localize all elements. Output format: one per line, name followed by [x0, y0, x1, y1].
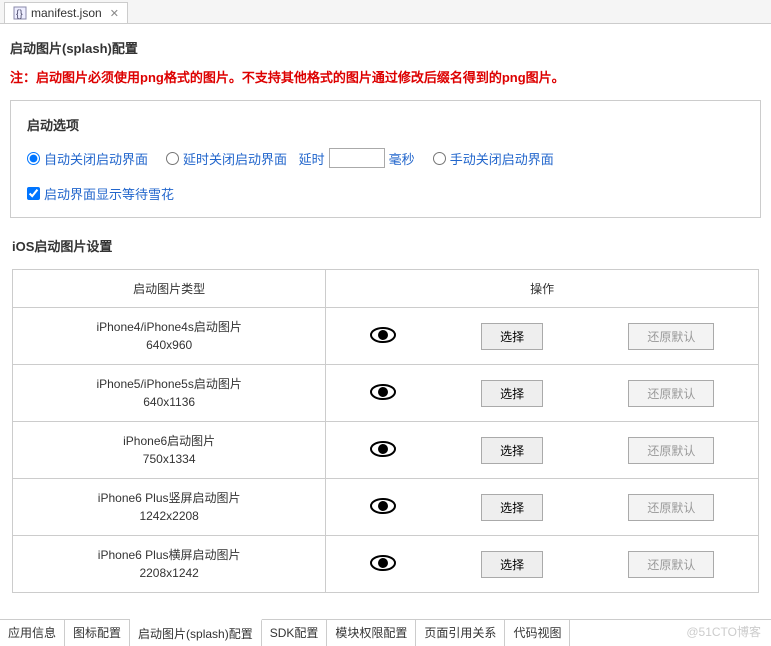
select-button[interactable]: 选择 [481, 551, 543, 578]
select-button[interactable]: 选择 [481, 380, 543, 407]
type-cell: iPhone5/iPhone5s启动图片640x1136 [13, 365, 326, 422]
op-cell-td: 选择 还原默认 [326, 536, 759, 593]
reset-button[interactable]: 还原默认 [628, 323, 714, 350]
checkbox-show-snow[interactable]: 启动界面显示等待雪花 [27, 184, 744, 203]
row-name: iPhone6 Plus横屏启动图片 [21, 546, 317, 564]
close-icon[interactable]: ✕ [110, 7, 119, 20]
table-row: iPhone6 Plus竖屏启动图片1242x2208 选择 还原默认 [13, 479, 759, 536]
preview-eye-icon[interactable] [370, 326, 396, 347]
ios-panel: iOS启动图片设置 启动图片类型 操作 iPhone4/iPhone4s启动图片… [10, 236, 761, 593]
reset-button[interactable]: 还原默认 [628, 437, 714, 464]
radio-delay-close[interactable]: 延时关闭启动界面 延时 毫秒 [166, 148, 415, 168]
row-size: 2208x1242 [21, 564, 317, 582]
svg-text:{}: {} [16, 9, 23, 20]
watermark: @51CTO博客 [686, 623, 761, 640]
bottom-tab[interactable]: 代码视图 [505, 620, 570, 646]
file-tab-label: manifest.json [31, 6, 102, 20]
delay-unit: 毫秒 [389, 149, 415, 168]
radio-manual-close-label: 手动关闭启动界面 [450, 149, 554, 168]
row-size: 640x1136 [21, 393, 317, 411]
reset-button[interactable]: 还原默认 [628, 494, 714, 521]
radio-auto-close-label: 自动关闭启动界面 [44, 149, 148, 168]
warning-text: 注：启动图片必须使用png格式的图片。不支持其他格式的图片通过修改后缀名得到的p… [10, 67, 761, 86]
preview-eye-icon[interactable] [370, 554, 396, 575]
type-cell: iPhone4/iPhone4s启动图片640x960 [13, 308, 326, 365]
type-cell: iPhone6 Plus横屏启动图片2208x1242 [13, 536, 326, 593]
select-button[interactable]: 选择 [481, 323, 543, 350]
editor-tab-bar: {} manifest.json ✕ [0, 0, 771, 24]
content-area: 启动图片(splash)配置 注：启动图片必须使用png格式的图片。不支持其他格… [0, 24, 771, 619]
ios-title: iOS启动图片设置 [12, 236, 759, 255]
checkbox-show-snow-label: 启动界面显示等待雪花 [44, 184, 174, 203]
radio-delay-close-input[interactable] [166, 152, 179, 165]
bottom-tab-bar: 应用信息图标配置启动图片(splash)配置SDK配置模块权限配置页面引用关系代… [0, 619, 771, 646]
bottom-tab[interactable]: SDK配置 [262, 620, 328, 646]
row-size: 750x1334 [21, 450, 317, 468]
th-op: 操作 [326, 270, 759, 308]
reset-button[interactable]: 还原默认 [628, 380, 714, 407]
select-button[interactable]: 选择 [481, 437, 543, 464]
checkbox-show-snow-input[interactable] [27, 187, 40, 200]
launch-options-title: 启动选项 [27, 115, 744, 134]
reset-button[interactable]: 还原默认 [628, 551, 714, 578]
row-name: iPhone6 Plus竖屏启动图片 [21, 489, 317, 507]
bottom-tab[interactable]: 启动图片(splash)配置 [130, 619, 262, 646]
table-row: iPhone5/iPhone5s启动图片640x1136 选择 还原默认 [13, 365, 759, 422]
row-name: iPhone4/iPhone4s启动图片 [21, 318, 317, 336]
table-row: iPhone6启动图片750x1334 选择 还原默认 [13, 422, 759, 479]
preview-eye-icon[interactable] [370, 383, 396, 404]
json-file-icon: {} [13, 6, 27, 20]
op-cell-td: 选择 还原默认 [326, 308, 759, 365]
type-cell: iPhone6 Plus竖屏启动图片1242x2208 [13, 479, 326, 536]
preview-eye-icon[interactable] [370, 497, 396, 518]
op-cell-td: 选择 还原默认 [326, 365, 759, 422]
preview-eye-icon[interactable] [370, 440, 396, 461]
delay-input[interactable] [329, 148, 385, 168]
page-title: 启动图片(splash)配置 [10, 38, 761, 57]
ios-splash-table: 启动图片类型 操作 iPhone4/iPhone4s启动图片640x960选择还… [12, 269, 759, 593]
radio-auto-close-input[interactable] [27, 152, 40, 165]
bottom-tab[interactable]: 应用信息 [0, 620, 65, 646]
launch-options-panel: 启动选项 自动关闭启动界面 延时关闭启动界面 延时 毫秒 手动关闭启动界面 启动… [10, 100, 761, 218]
radio-row: 自动关闭启动界面 延时关闭启动界面 延时 毫秒 手动关闭启动界面 [27, 148, 744, 168]
radio-manual-close[interactable]: 手动关闭启动界面 [433, 149, 554, 168]
row-size: 640x960 [21, 336, 317, 354]
table-row: iPhone6 Plus横屏启动图片2208x1242 选择 还原默认 [13, 536, 759, 593]
delay-label: 延时 [299, 149, 325, 168]
file-tab[interactable]: {} manifest.json ✕ [4, 2, 128, 23]
op-cell-td: 选择 还原默认 [326, 422, 759, 479]
bottom-tab[interactable]: 模块权限配置 [327, 620, 416, 646]
row-name: iPhone6启动图片 [21, 432, 317, 450]
type-cell: iPhone6启动图片750x1334 [13, 422, 326, 479]
bottom-tab[interactable]: 图标配置 [65, 620, 130, 646]
bottom-tab[interactable]: 页面引用关系 [416, 620, 505, 646]
table-row: iPhone4/iPhone4s启动图片640x960 选择 还原默认 [13, 308, 759, 365]
radio-manual-close-input[interactable] [433, 152, 446, 165]
row-size: 1242x2208 [21, 507, 317, 525]
select-button[interactable]: 选择 [481, 494, 543, 521]
row-name: iPhone5/iPhone5s启动图片 [21, 375, 317, 393]
th-type: 启动图片类型 [13, 270, 326, 308]
radio-delay-close-label: 延时关闭启动界面 [183, 149, 287, 168]
op-cell-td: 选择 还原默认 [326, 479, 759, 536]
radio-auto-close[interactable]: 自动关闭启动界面 [27, 149, 148, 168]
